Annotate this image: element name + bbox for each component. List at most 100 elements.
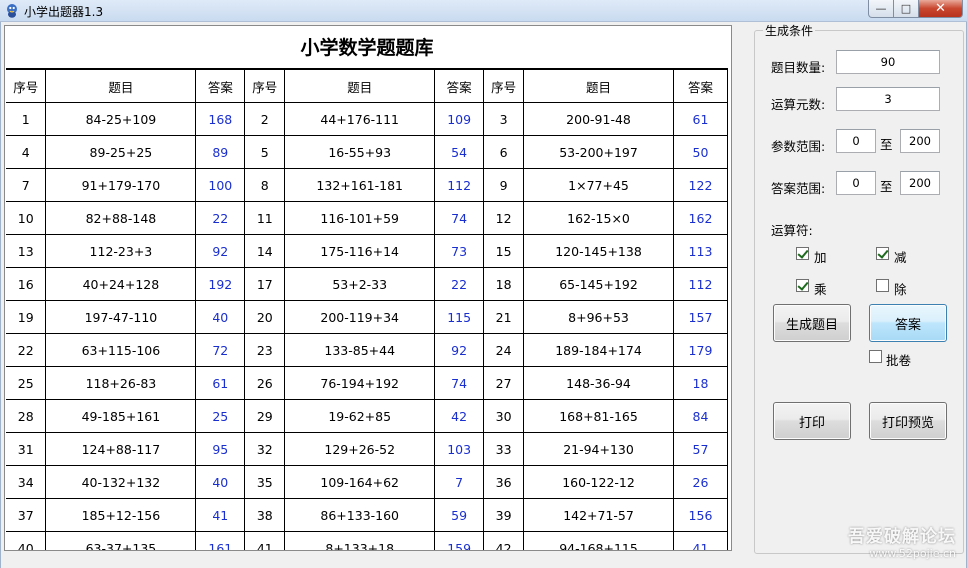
answer-cell: 57 (672, 432, 728, 466)
table-row: 13 112-23+3 92 14 175-116+14 73 15 120-145+138 1… (6, 234, 728, 268)
column-header: 序号 (6, 69, 47, 103)
question-cell: 116-101+59 (284, 201, 436, 235)
question-number-cell: 19 (6, 300, 47, 334)
table-row: 40 63-37+135 161 41 8+133+18 159 42 94-168+115 4… (6, 531, 728, 550)
close-button[interactable]: ✕ (919, 0, 963, 18)
question-cell: 124+88-117 (45, 432, 197, 466)
question-number-cell: 26 (244, 366, 286, 400)
question-number-cell: 27 (483, 366, 525, 400)
question-number-cell: 42 (483, 531, 525, 550)
question-cell: 44+176-111 (284, 102, 436, 136)
question-cell: 65-145+192 (523, 267, 674, 301)
param-max-input[interactable]: 200 (900, 129, 940, 153)
print-button[interactable]: 打印 (773, 402, 851, 440)
title-bar: 小学出题器1.3 — □ ✕ (0, 0, 967, 22)
answer-cell: 74 (434, 201, 485, 235)
question-number-cell: 23 (244, 333, 286, 367)
question-number-cell: 34 (6, 465, 47, 499)
question-number-cell: 38 (244, 498, 286, 532)
question-number-cell: 22 (6, 333, 47, 367)
question-cell: 86+133-160 (284, 498, 436, 532)
question-cell: 129+26-52 (284, 432, 436, 466)
answer-cell: 18 (672, 366, 728, 400)
question-number-cell: 31 (6, 432, 47, 466)
table-row: 19 197-47-110 40 20 200-119+34 115 21 8+96+53 15… (6, 300, 728, 334)
window-title: 小学出题器1.3 (24, 5, 104, 19)
answer-cell: 59 (434, 498, 485, 532)
answer-cell: 168 (195, 102, 246, 136)
question-table: 序号 题目 答案 序号 题目 答案 序号 题目 答案 1 84-25+109 168 2 44+176-… (6, 69, 728, 550)
table-row: 7 91+179-170 100 8 132+161-181 112 9 1×77+45 122 (6, 168, 728, 202)
table-row: 31 124+88-117 95 32 129+26-52 103 33 21-94+130 5… (6, 432, 728, 466)
question-cell: 148-36-94 (523, 366, 674, 400)
answer-cell: 41 (195, 498, 246, 532)
question-number-cell: 16 (6, 267, 47, 301)
question-number-cell: 4 (6, 135, 47, 169)
answer-cell: 115 (434, 300, 485, 334)
answer-cell: 92 (195, 234, 246, 268)
question-cell: 160-122-12 (523, 465, 674, 499)
maximize-button[interactable]: □ (894, 0, 919, 18)
question-number-cell: 20 (244, 300, 286, 334)
batch-grade-checkbox[interactable] (869, 350, 882, 363)
question-cell: 53-200+197 (523, 135, 674, 169)
minimize-button[interactable]: — (868, 0, 894, 18)
question-number-cell: 2 (244, 102, 286, 136)
column-header: 题目 (523, 69, 674, 103)
answer-button[interactable]: 答案 (869, 304, 947, 342)
table-row: 22 63+115-106 72 23 133-85+44 92 24 189-184+174… (6, 333, 728, 367)
generate-questions-button[interactable]: 生成题目 (773, 304, 851, 342)
question-cell: 19-62+85 (284, 399, 436, 433)
generation-settings-group: 生成条件 题目数量: 90 运算元数: 3 参数范围: 0 至 200 答案范围… (754, 22, 964, 554)
answer-cell: 156 (672, 498, 728, 532)
divide-checkbox[interactable] (876, 279, 889, 292)
answer-max-input[interactable]: 200 (900, 171, 940, 195)
subtract-checkbox[interactable] (876, 247, 889, 260)
table-row: 34 40-132+132 40 35 109-164+62 7 36 160-122-12 2… (6, 465, 728, 499)
answer-cell: 61 (195, 366, 246, 400)
operand-count-input[interactable]: 3 (836, 87, 940, 111)
answer-range-to-label: 至 (880, 179, 893, 194)
answer-cell: 95 (195, 432, 246, 466)
question-number-cell: 29 (244, 399, 286, 433)
multiply-checkbox[interactable] (796, 279, 809, 292)
column-header: 答案 (434, 69, 485, 103)
answer-cell: 42 (434, 399, 485, 433)
question-number-cell: 30 (483, 399, 525, 433)
add-checkbox[interactable] (796, 247, 809, 260)
watermark-url: www.52pojie.cn (869, 547, 956, 560)
answer-cell: 89 (195, 135, 246, 169)
question-cell: 185+12-156 (45, 498, 197, 532)
question-cell: 132+161-181 (284, 168, 436, 202)
print-preview-button[interactable]: 打印预览 (869, 402, 947, 440)
question-number-cell: 5 (244, 135, 286, 169)
question-number-cell: 18 (483, 267, 525, 301)
question-number-cell: 24 (483, 333, 525, 367)
question-number-cell: 39 (483, 498, 525, 532)
answer-min-input[interactable]: 0 (836, 171, 876, 195)
question-cell: 91+179-170 (45, 168, 197, 202)
question-cell: 89-25+25 (45, 135, 197, 169)
param-min-input[interactable]: 0 (836, 129, 876, 153)
question-cell: 8+96+53 (523, 300, 674, 334)
answer-cell: 192 (195, 267, 246, 301)
operators-label: 运算符: (771, 223, 813, 238)
question-cell: 63+115-106 (45, 333, 197, 367)
question-cell: 133-85+44 (284, 333, 436, 367)
question-number-cell: 35 (244, 465, 286, 499)
question-cell: 40-132+132 (45, 465, 197, 499)
question-number-cell: 15 (483, 234, 525, 268)
question-number-cell: 6 (483, 135, 525, 169)
answer-cell: 61 (672, 102, 728, 136)
question-number-cell: 8 (244, 168, 286, 202)
watermark-title: 吾爱破解论坛 (848, 527, 956, 547)
answer-cell: 112 (672, 267, 728, 301)
question-cell: 109-164+62 (284, 465, 436, 499)
answer-cell: 41 (672, 531, 728, 550)
answer-cell: 54 (434, 135, 485, 169)
answer-cell: 92 (434, 333, 485, 367)
question-cell: 94-168+115 (523, 531, 674, 550)
table-row: 16 40+24+128 192 17 53+2-33 22 18 65-145+192 112 (6, 267, 728, 301)
question-count-input[interactable]: 90 (836, 50, 940, 74)
answer-cell: 7 (434, 465, 485, 499)
